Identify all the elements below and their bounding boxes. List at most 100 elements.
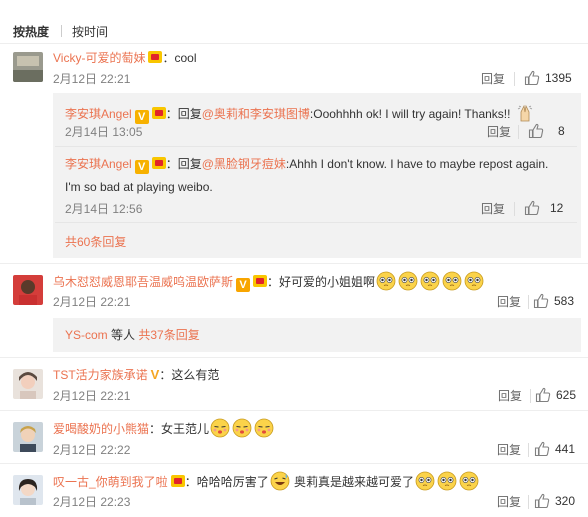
- comment-text: cool: [174, 51, 197, 65]
- reply-text-line2: I'm so bad at playing weibo.: [65, 180, 213, 194]
- reply-line: 李安琪Angel V ：回复@奥莉和李安琪图博:Ooohhhh ok! I will…: [65, 103, 536, 124]
- reply-divider: [55, 146, 577, 147]
- reply-text: :Ahhh I don't know. I have to maybe repo…: [285, 157, 549, 171]
- vip-badge-icon: [170, 475, 185, 487]
- hopeful-face-emoji-icon: [464, 271, 484, 291]
- comment-colon: ：: [162, 51, 175, 65]
- reply-text: :Ooohhhh ok! I will try again! Thanks!!: [309, 107, 514, 121]
- vip-badge-icon: [148, 51, 163, 63]
- comment-time: 2月12日 22:23: [53, 495, 131, 509]
- hopeful-face-emoji-icon: [398, 271, 418, 291]
- reply-time: 2月14日 12:56: [65, 202, 143, 216]
- more-replies-link[interactable]: 共60条回复: [65, 233, 126, 251]
- verified-badge-icon: V: [134, 160, 149, 174]
- comment-text: 好可爱的小姐姐啊: [279, 275, 376, 289]
- hopeful-face-emoji-icon: [459, 471, 479, 491]
- like-count: 320: [555, 494, 576, 508]
- reply-divider: [55, 222, 577, 223]
- mention-link[interactable]: @奥莉和李安琪图博: [202, 107, 310, 121]
- comment-line: TST活力家族承诺 V：这么有范: [53, 366, 219, 384]
- kissing-face-emoji-icon: [210, 418, 230, 438]
- more-replies-label[interactable]: 共60条回复: [65, 235, 126, 249]
- action-divider: [514, 202, 515, 216]
- action-divider: [528, 495, 529, 509]
- username-link[interactable]: 乌木怼怼威恩耶吾温威呜温欧萨斯: [53, 275, 233, 289]
- tabs-divider-line: [0, 43, 588, 44]
- avatar[interactable]: [13, 52, 43, 82]
- reply-summary-mid: 等人: [107, 328, 139, 342]
- comment-colon: ：: [149, 422, 162, 436]
- like-count: 1395: [545, 71, 572, 85]
- hopeful-face-emoji-icon: [442, 271, 462, 291]
- username-link[interactable]: 李安琪Angel: [65, 107, 132, 121]
- praying-hands-emoji-icon: [517, 104, 532, 122]
- comment-time: 2月12日 22:22: [53, 443, 131, 457]
- verified-badge-icon: V: [134, 110, 149, 124]
- thumbs-up-icon: [528, 123, 544, 139]
- avatar[interactable]: [13, 275, 43, 305]
- comment-text: 女王范儿: [161, 422, 210, 436]
- avatar[interactable]: [13, 422, 43, 452]
- username-link[interactable]: TST活力家族承诺: [53, 368, 148, 382]
- like-count: 441: [555, 442, 576, 456]
- comment-divider: [0, 357, 588, 358]
- more-replies-link[interactable]: 共37条回复: [138, 328, 199, 342]
- comment-time: 2月12日 22:21: [53, 389, 131, 403]
- avatar[interactable]: [13, 369, 43, 399]
- comment-divider: [0, 263, 588, 264]
- comment-colon: ：: [184, 475, 197, 489]
- thumbs-up-icon: [534, 493, 550, 509]
- reply-prefix: ：回复: [165, 107, 202, 121]
- comment-colon: ：: [267, 275, 280, 289]
- avatar[interactable]: [13, 475, 43, 505]
- comment-colon: ：: [159, 368, 172, 382]
- comment-divider: [0, 410, 588, 411]
- reply-prefix: ：回复: [165, 157, 202, 171]
- thumbs-up-icon: [524, 70, 540, 86]
- thumbs-up-icon: [533, 293, 549, 309]
- like-button[interactable]: 441: [534, 441, 575, 457]
- action-divider: [530, 389, 531, 403]
- comment-text: 哈哈哈厉害了: [196, 475, 269, 489]
- reply-users-link[interactable]: YS-com: [65, 328, 108, 342]
- username-link[interactable]: 李安琪Angel: [65, 157, 132, 171]
- like-button[interactable]: 1395: [524, 70, 572, 86]
- reply-button[interactable]: 回复: [498, 388, 522, 404]
- comment-text: 这么有范: [171, 368, 220, 382]
- comment-time: 2月12日 22:21: [53, 295, 131, 309]
- reply-button[interactable]: 回复: [497, 442, 521, 458]
- tab-sort-by-hot[interactable]: 按热度: [13, 23, 49, 40]
- action-divider: [528, 443, 529, 457]
- mention-link[interactable]: @黑脸钢牙痘妹: [202, 157, 286, 171]
- like-button[interactable]: 583: [533, 293, 574, 309]
- reply-button[interactable]: 回复: [497, 294, 521, 310]
- username-link[interactable]: 爱喝酸奶的小熊猫: [53, 422, 149, 436]
- reply-button[interactable]: 回复: [481, 71, 505, 87]
- like-count: 12: [550, 201, 564, 215]
- reply-button[interactable]: 回复: [481, 201, 505, 217]
- thumbs-up-icon: [535, 387, 551, 403]
- comment-line: 乌木怼怼威恩耶吾温威呜温欧萨斯 V ：好可爱的小姐姐啊: [53, 271, 485, 292]
- tab-divider: [61, 25, 63, 37]
- action-divider: [528, 295, 529, 309]
- thumbs-up-icon: [534, 441, 550, 457]
- like-button[interactable]: 12: [524, 200, 563, 216]
- reply-button[interactable]: 回复: [487, 124, 511, 140]
- reply-button[interactable]: 回复: [497, 494, 521, 510]
- comment-line: 叹一古_你萌到我了啦 ：哈哈哈厉害了 奥莉真是越来越可爱了: [53, 471, 480, 491]
- reply-time: 2月14日 13:05: [65, 125, 143, 139]
- like-button[interactable]: 625: [535, 387, 576, 403]
- username-link[interactable]: 叹一古_你萌到我了啦: [53, 475, 168, 489]
- action-divider: [514, 72, 515, 86]
- like-count: 8: [558, 124, 565, 138]
- vip-badge-icon: [151, 107, 166, 119]
- username-link[interactable]: Vicky-可爱的萄妹: [53, 51, 145, 65]
- comment-line: Vicky-可爱的萄妹 ：cool: [53, 49, 196, 67]
- vip-badge-icon: [151, 157, 166, 169]
- like-button[interactable]: 320: [534, 493, 575, 509]
- hopeful-face-emoji-icon: [376, 271, 396, 291]
- like-count: 583: [554, 294, 575, 308]
- like-button[interactable]: 8: [528, 123, 565, 139]
- tab-sort-by-time[interactable]: 按时间: [72, 23, 108, 40]
- comment-time: 2月12日 22:21: [53, 72, 131, 86]
